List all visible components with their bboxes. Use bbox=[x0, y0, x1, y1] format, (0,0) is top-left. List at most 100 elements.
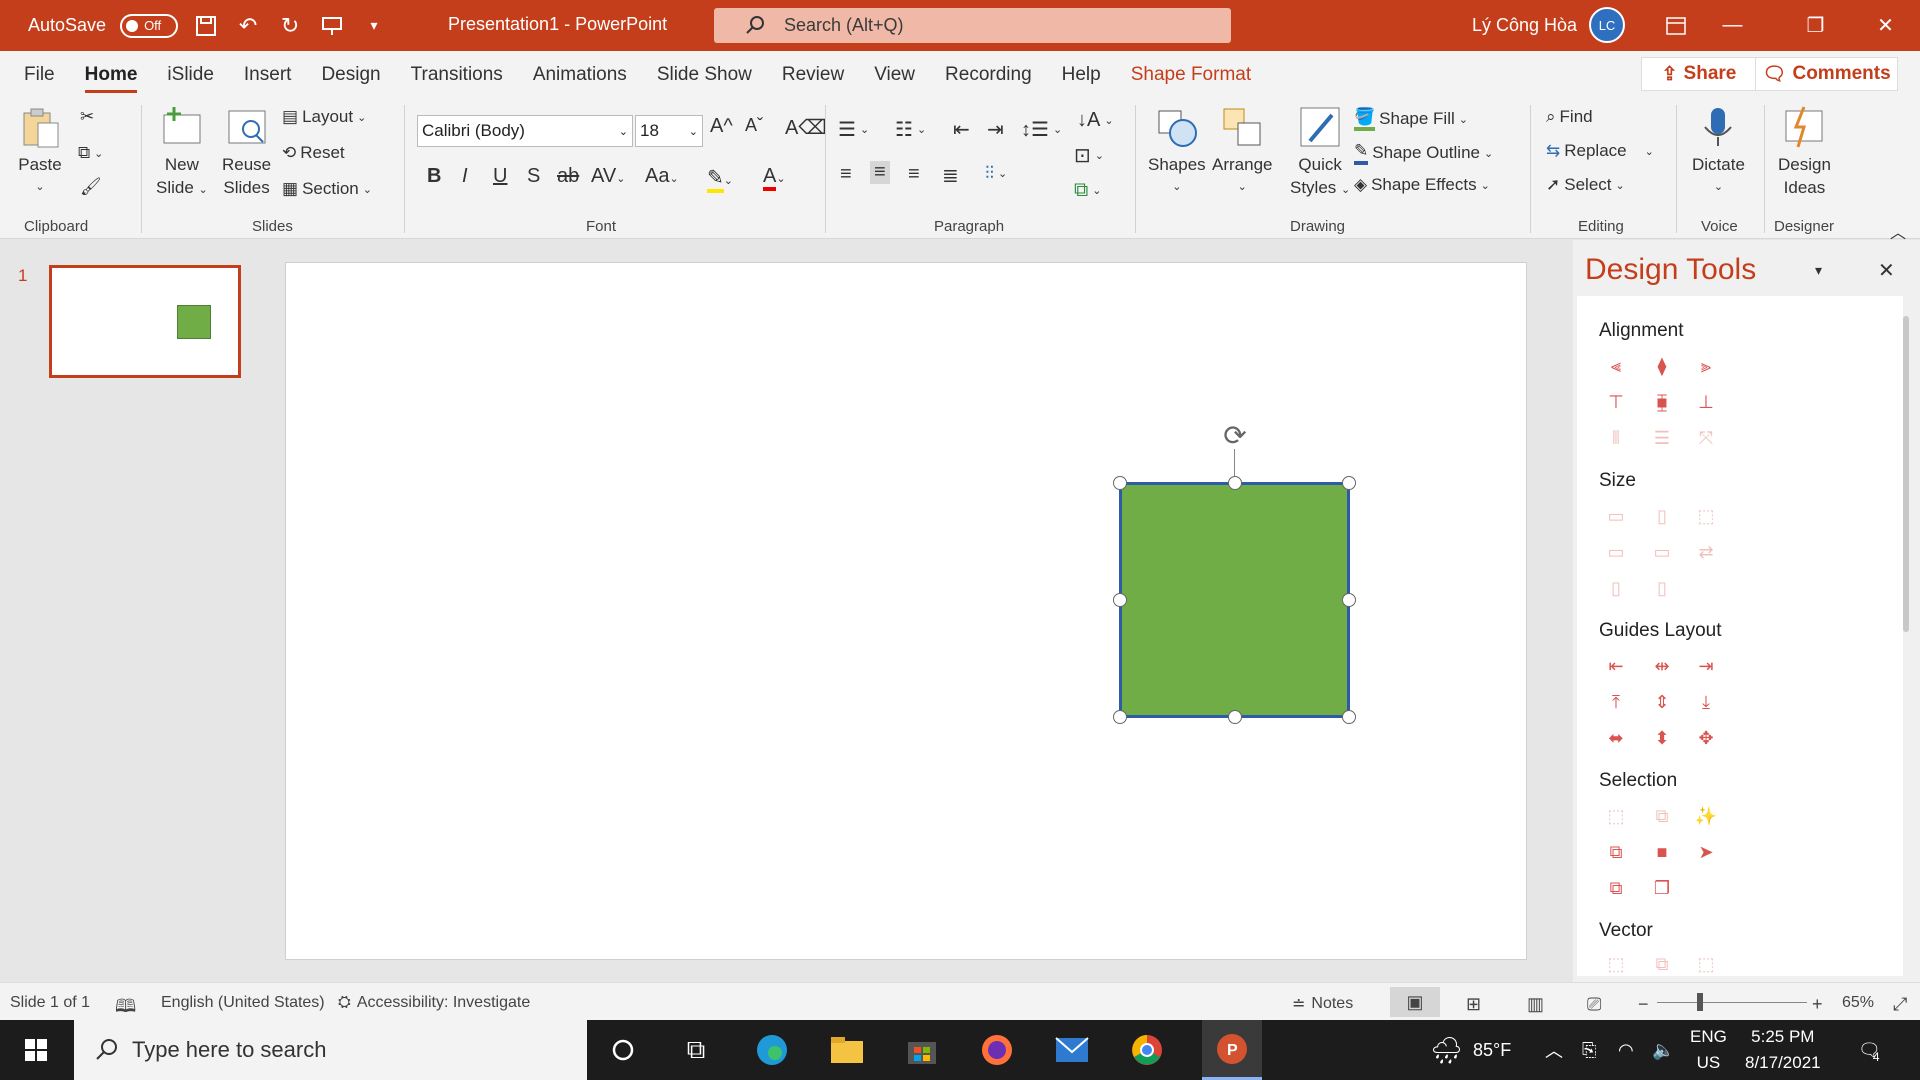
bold-icon[interactable]: B bbox=[427, 165, 441, 188]
design-ideas-button[interactable]: Design Ideas bbox=[1778, 105, 1831, 199]
guide-middle-icon[interactable]: ⇕ bbox=[1650, 690, 1674, 714]
tab-review[interactable]: Review bbox=[767, 51, 859, 99]
tab-insert[interactable]: Insert bbox=[229, 51, 307, 99]
resize-handle-left[interactable] bbox=[1113, 593, 1127, 607]
align-right-icon[interactable]: ≡ bbox=[908, 163, 920, 186]
resize-handle-top-left[interactable] bbox=[1113, 476, 1127, 490]
size-tool-4-icon[interactable]: ▭ bbox=[1604, 540, 1628, 564]
language-status[interactable]: English (United States) bbox=[161, 994, 325, 1012]
tab-home[interactable]: Home bbox=[70, 51, 153, 99]
size-tool-7-icon[interactable]: ▯ bbox=[1604, 576, 1628, 600]
align-top-tool-icon[interactable]: ⊤ bbox=[1604, 390, 1628, 414]
user-name[interactable]: Lý Công Hòa bbox=[1472, 15, 1577, 36]
share-button[interactable]: ⇪ Share bbox=[1641, 57, 1757, 91]
zoom-slider[interactable] bbox=[1657, 1002, 1807, 1003]
highlight-icon[interactable]: ✎⌄ bbox=[707, 165, 733, 193]
dictate-button[interactable]: Dictate ⌄ bbox=[1692, 105, 1745, 199]
tab-slide-show[interactable]: Slide Show bbox=[642, 51, 767, 99]
align-center-icon[interactable]: ≡ bbox=[870, 161, 890, 184]
text-direction-icon[interactable]: ↓A ⌄ bbox=[1077, 109, 1114, 132]
green-rectangle-shape[interactable] bbox=[1119, 482, 1350, 718]
show-hidden-icons[interactable]: ︿ bbox=[1545, 1020, 1563, 1080]
meet-now-icon[interactable]: ⎘ bbox=[1582, 1020, 1596, 1080]
quick-styles-button[interactable]: Quick Styles ⌄ bbox=[1290, 105, 1350, 202]
mail-icon[interactable] bbox=[1052, 1030, 1092, 1070]
tab-help[interactable]: Help bbox=[1047, 51, 1116, 99]
edge-icon[interactable] bbox=[752, 1030, 792, 1070]
chrome-icon[interactable] bbox=[1127, 1030, 1167, 1070]
autosave-toggle[interactable]: Off bbox=[120, 13, 179, 38]
restore-icon[interactable]: ❐ bbox=[1788, 0, 1843, 51]
find-button[interactable]: ⌕ Find bbox=[1546, 107, 1593, 127]
swap-size-icon[interactable]: ⇄ bbox=[1694, 540, 1718, 564]
comments-button[interactable]: 🗨 Comments bbox=[1755, 57, 1898, 91]
slide-sorter-icon[interactable]: ⊞ bbox=[1466, 994, 1481, 1015]
select-pointer-icon[interactable]: ➤ bbox=[1694, 840, 1718, 864]
rotate-handle-icon[interactable]: ⟳ bbox=[1219, 419, 1251, 451]
align-left-tool-icon[interactable]: ⫷ bbox=[1604, 354, 1628, 378]
line-spacing-icon[interactable]: ↕☰ ⌄ bbox=[1021, 117, 1062, 142]
resize-handle-bottom-right[interactable] bbox=[1342, 710, 1356, 724]
reading-view-icon[interactable]: ▥ bbox=[1527, 994, 1544, 1015]
pane-options-icon[interactable]: ▾ bbox=[1815, 262, 1822, 279]
same-size-icon[interactable]: ⬚ bbox=[1694, 504, 1718, 528]
ribbon-display-icon[interactable] bbox=[1648, 0, 1703, 51]
section-button[interactable]: ▦ Section ⌄ bbox=[282, 179, 372, 199]
resize-handle-bottom[interactable] bbox=[1228, 710, 1242, 724]
task-view-icon[interactable]: ⧉ bbox=[676, 1030, 716, 1070]
vector-fragment-icon[interactable]: ⬚ bbox=[1694, 952, 1718, 976]
undo-icon[interactable]: ↶ bbox=[234, 12, 262, 40]
size-tool-8-icon[interactable]: ▯ bbox=[1650, 576, 1674, 600]
avatar[interactable]: LC bbox=[1589, 7, 1625, 43]
strikethrough-icon[interactable]: ab bbox=[557, 165, 579, 188]
font-name-dropdown[interactable]: Calibri (Body) ⌄ bbox=[417, 115, 633, 147]
tab-design[interactable]: Design bbox=[306, 51, 395, 99]
change-case-icon[interactable]: Aa⌄ bbox=[645, 165, 679, 188]
zoom-in-icon[interactable]: + bbox=[1812, 994, 1823, 1015]
align-center-tool-icon[interactable]: ⧫ bbox=[1650, 354, 1674, 378]
shadow-icon[interactable]: S bbox=[527, 165, 540, 188]
align-left-icon[interactable]: ≡ bbox=[840, 163, 852, 186]
font-size-dropdown[interactable]: 18 ⌄ bbox=[635, 115, 703, 147]
select-button[interactable]: ➚ Select ⌄ bbox=[1546, 175, 1625, 195]
guide-fit-height-icon[interactable]: ⬍ bbox=[1650, 726, 1674, 750]
paste-button[interactable]: Paste ⌄ bbox=[18, 105, 62, 199]
file-explorer-icon[interactable] bbox=[827, 1030, 867, 1070]
vector-union-icon[interactable]: ⬚ bbox=[1604, 952, 1628, 976]
size-tool-5-icon[interactable]: ▭ bbox=[1650, 540, 1674, 564]
select-tool-8-icon[interactable]: ❐ bbox=[1650, 876, 1674, 900]
reset-button[interactable]: ⟲ Reset bbox=[282, 143, 345, 163]
columns-icon[interactable]: ⫶⫶ ⌄ bbox=[985, 163, 1007, 184]
char-spacing-icon[interactable]: AV⌄ bbox=[591, 165, 625, 188]
powerpoint-taskbar-icon[interactable]: P bbox=[1202, 1020, 1262, 1080]
same-width-icon[interactable]: ▭ bbox=[1604, 504, 1628, 528]
pane-scrollbar[interactable] bbox=[1903, 316, 1909, 632]
guide-fit-width-icon[interactable]: ⬌ bbox=[1604, 726, 1628, 750]
select-tool-4-icon[interactable]: ⧉ bbox=[1604, 840, 1628, 864]
accessibility-status[interactable]: ⛭ Accessibility: Investigate bbox=[338, 994, 530, 1012]
resize-handle-bottom-left[interactable] bbox=[1113, 710, 1127, 724]
cut-icon[interactable]: ✂ bbox=[80, 107, 94, 127]
resize-handle-top[interactable] bbox=[1228, 476, 1242, 490]
align-bottom-tool-icon[interactable]: ⊥ bbox=[1694, 390, 1718, 414]
tab-shape-format[interactable]: Shape Format bbox=[1116, 51, 1266, 99]
new-slide-button[interactable]: New Slide ⌄ bbox=[156, 105, 208, 202]
slideshow-view-icon[interactable]: ⎚ bbox=[1587, 994, 1601, 1015]
search-box[interactable]: Search (Alt+Q) bbox=[714, 8, 1231, 43]
shape-effects-button[interactable]: ◈ Shape Effects ⌄ bbox=[1354, 175, 1490, 195]
zoom-level[interactable]: 65% bbox=[1842, 994, 1874, 1012]
numbering-icon[interactable]: ☷ ⌄ bbox=[895, 117, 926, 142]
fit-slide-icon[interactable]: ⤢ bbox=[1893, 994, 1907, 1015]
minimize-icon[interactable]: — bbox=[1705, 0, 1760, 51]
zoom-slider-thumb[interactable] bbox=[1697, 993, 1703, 1011]
tab-view[interactable]: View bbox=[859, 51, 930, 99]
select-tool-7-icon[interactable]: ⧉ bbox=[1604, 876, 1628, 900]
magic-select-icon[interactable]: ✨ bbox=[1694, 804, 1718, 828]
slide-thumbnail[interactable] bbox=[49, 265, 241, 378]
tab-file[interactable]: File bbox=[0, 51, 70, 99]
windows-start-icon[interactable] bbox=[16, 1030, 56, 1070]
align-middle-tool-icon[interactable]: ⧯ bbox=[1650, 390, 1674, 414]
bullets-icon[interactable]: ☰ ⌄ bbox=[838, 117, 869, 142]
guide-fit-both-icon[interactable]: ✥ bbox=[1694, 726, 1718, 750]
wifi-icon[interactable]: ◠ bbox=[1618, 1020, 1634, 1080]
